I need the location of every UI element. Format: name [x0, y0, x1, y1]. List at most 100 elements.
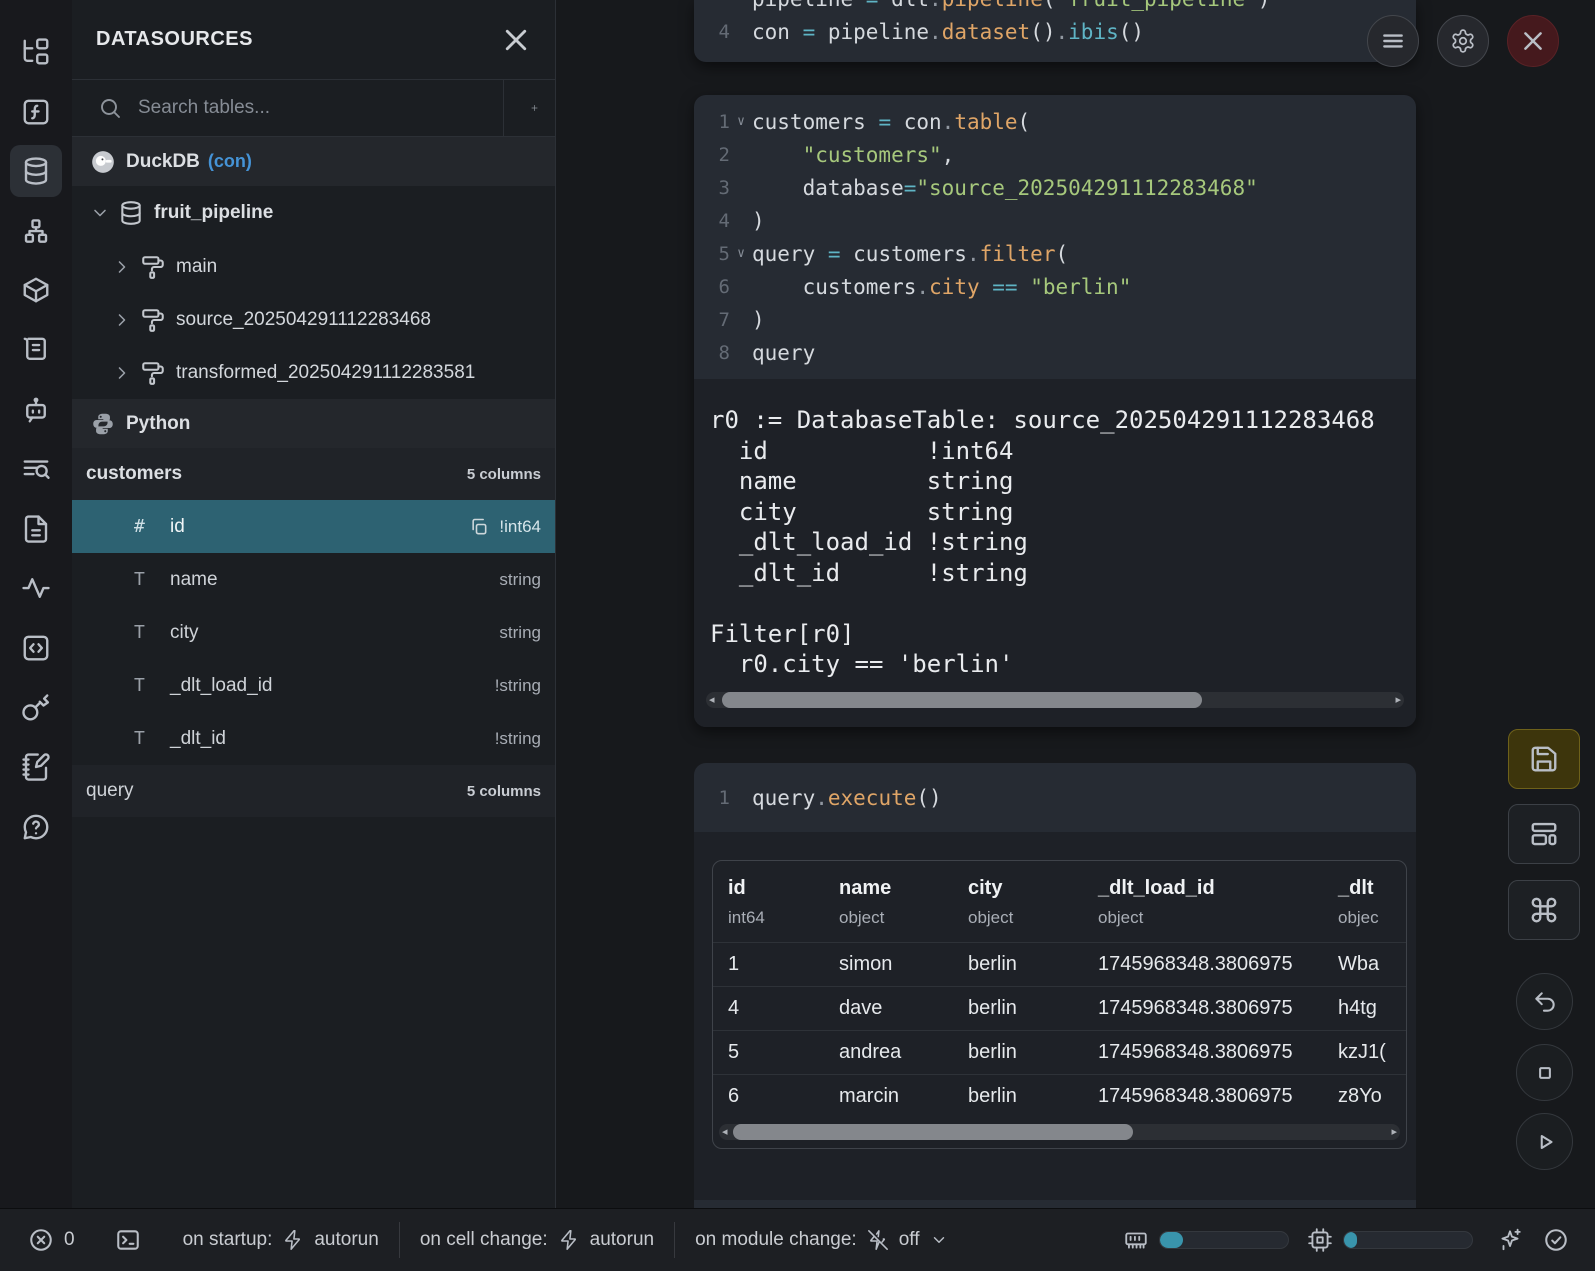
column-row-_dlt_load_id[interactable]: T _dlt_load_id !string — [72, 659, 555, 712]
code-line[interactable]: 8 query — [694, 336, 1416, 369]
rail-item-function-square[interactable] — [10, 86, 62, 138]
column-dtype: string — [499, 623, 541, 643]
runtime-config-on-cell-change[interactable]: on cell change: autorun — [420, 1229, 654, 1251]
run-button[interactable] — [1516, 1113, 1573, 1170]
rail-item-key[interactable] — [10, 682, 62, 734]
rail-item-bot[interactable] — [10, 384, 62, 436]
scroll-left-arrow[interactable]: ◂ — [722, 1125, 728, 1138]
keyboard-shortcuts-button[interactable] — [1508, 880, 1580, 940]
table-cell: berlin — [968, 1041, 1098, 1064]
table-cell: berlin — [968, 953, 1098, 976]
column-row-id[interactable]: # id !int64 — [72, 500, 555, 553]
column-row-city[interactable]: T city string — [72, 606, 555, 659]
rail-item-help[interactable] — [10, 801, 62, 853]
code-line[interactable]: 2 "customers", — [694, 138, 1416, 171]
close-panel-icon[interactable] — [501, 25, 531, 55]
rail-item-file-text[interactable] — [10, 503, 62, 555]
column-row-name[interactable]: T name string — [72, 553, 555, 606]
table-row[interactable]: 1simonberlin1745968348.3806975Wba — [713, 942, 1406, 986]
dataframe-header: idint64nameobjectcityobject_dlt_load_ido… — [713, 861, 1406, 942]
rail-item-scroll[interactable] — [10, 324, 62, 376]
scroll-left-arrow[interactable]: ◂ — [709, 693, 715, 706]
table-name: customers — [86, 463, 182, 485]
divider — [674, 1222, 675, 1258]
rail-item-database[interactable] — [10, 145, 62, 197]
schema-row-transformed_202504291112283581[interactable]: transformed_202504291112283581 — [72, 346, 555, 399]
schema-list: main source_202504291112283468 transform… — [72, 240, 555, 399]
code-line[interactable]: 5 ∨ query = customers.filter( — [694, 237, 1416, 270]
bot-icon — [21, 395, 51, 425]
shutdown-button[interactable] — [1507, 15, 1559, 67]
output-horizontal-scrollbar[interactable]: ◂ ▸ — [706, 692, 1404, 708]
database-icon — [118, 200, 144, 226]
notebook-menu-button[interactable] — [1367, 15, 1419, 67]
runtime-config-on-module-change[interactable]: on module change: off — [695, 1229, 947, 1251]
scrollbar-thumb[interactable] — [733, 1124, 1133, 1140]
table-horizontal-scrollbar[interactable]: ◂ ▸ — [719, 1124, 1400, 1140]
cell-2-output: r0 := DatabaseTable: source_202504291112… — [694, 379, 1416, 727]
fold-chevron[interactable]: ∨ — [730, 114, 752, 129]
code-line[interactable]: 4 ) — [694, 204, 1416, 237]
layout-toggle-button[interactable] — [1508, 804, 1580, 864]
connection-status[interactable] — [1543, 1227, 1569, 1253]
df-header-cell[interactable]: nameobject — [839, 877, 968, 928]
scroll-right-arrow[interactable]: ▸ — [1391, 1125, 1397, 1138]
code-cell-2[interactable]: 1 ∨ customers = con.table(2 "customers",… — [694, 95, 1416, 727]
terminal-button[interactable] — [115, 1227, 141, 1253]
fold-chevron[interactable]: ∨ — [730, 246, 752, 261]
table-row[interactable]: 6marcinberlin1745968348.3806975z8Yo — [713, 1074, 1406, 1118]
code-line[interactable]: 7 ) — [694, 303, 1416, 336]
code-line[interactable]: 4 con = pipeline.dataset().ibis() — [694, 15, 1416, 48]
df-header-cell[interactable]: idint64 — [728, 877, 839, 928]
stop-button[interactable] — [1516, 1044, 1573, 1101]
table-row[interactable]: 5andreaberlin1745968348.3806975kzJ1( — [713, 1030, 1406, 1074]
code-cell-3[interactable]: 1 query.execute() idint64nameobjectcityo… — [694, 763, 1416, 1208]
scrollbar-thumb[interactable] — [722, 692, 1202, 708]
scroll-right-arrow[interactable]: ▸ — [1395, 693, 1401, 706]
chevron-right-icon — [112, 310, 132, 330]
database-row[interactable]: fruit_pipeline — [72, 186, 555, 240]
schema-row-main[interactable]: main — [72, 240, 555, 293]
search-tables-input[interactable] — [138, 97, 503, 119]
schema-row-source_202504291112283468[interactable]: source_202504291112283468 — [72, 293, 555, 346]
table-row[interactable]: 4daveberlin1745968348.3806975h4tg — [713, 986, 1406, 1030]
zap-off-icon — [867, 1229, 889, 1251]
code-line[interactable]: 1 query.execute() — [694, 781, 1416, 814]
rail-item-code-box[interactable] — [10, 622, 62, 674]
rail-item-box[interactable] — [10, 264, 62, 316]
save-button[interactable] — [1508, 729, 1580, 789]
python-section-row[interactable]: Python — [72, 399, 555, 448]
copy-icon[interactable] — [469, 517, 489, 537]
save-icon — [1529, 744, 1559, 774]
cpu-usage — [1307, 1227, 1473, 1253]
rail-item-folder-tree[interactable] — [10, 26, 62, 78]
errors-indicator[interactable]: 0 — [28, 1227, 75, 1253]
settings-button[interactable] — [1437, 15, 1489, 67]
code-line[interactable]: 1 ∨ customers = con.table( — [694, 105, 1416, 138]
df-header-cell[interactable]: _dlt_load_idobject — [1098, 877, 1338, 928]
table-cell: 6 — [728, 1085, 839, 1108]
code-line[interactable]: 6 customers.city == "berlin" — [694, 270, 1416, 303]
rail-item-list-search[interactable] — [10, 443, 62, 495]
table-section-query[interactable]: query 5 columns — [72, 765, 555, 817]
rail-item-activity[interactable] — [10, 562, 62, 614]
df-header-cell[interactable]: cityobject — [968, 877, 1098, 928]
engine-row-duckdb[interactable]: DuckDB (con) — [72, 137, 555, 186]
code-line[interactable]: pipeline = dlt.pipeline("fruit_pipeline"… — [694, 0, 1416, 15]
help-icon — [21, 812, 51, 842]
column-row-_dlt_id[interactable]: T _dlt_id !string — [72, 712, 555, 765]
undo-button[interactable] — [1516, 973, 1573, 1030]
column-dtype: !string — [495, 729, 541, 749]
add-datasource-button[interactable] — [503, 80, 555, 136]
runtime-config-on-startup[interactable]: on startup: autorun — [183, 1229, 379, 1251]
df-header-cell[interactable]: _dltobjec — [1338, 877, 1406, 928]
table-section-customers[interactable]: customers 5 columns — [72, 448, 555, 500]
rail-item-network[interactable] — [10, 205, 62, 257]
rail-item-notebook-pen[interactable] — [10, 741, 62, 793]
ai-assistant-button[interactable] — [1497, 1227, 1523, 1253]
scroll-icon — [21, 335, 51, 365]
code-line[interactable]: 3 database="source_202504291112283468" — [694, 171, 1416, 204]
code-cell-1[interactable]: pipeline = dlt.pipeline("fruit_pipeline"… — [694, 0, 1416, 62]
table-cell: 5 — [728, 1041, 839, 1064]
table-cell: 1745968348.3806975 — [1098, 953, 1338, 976]
